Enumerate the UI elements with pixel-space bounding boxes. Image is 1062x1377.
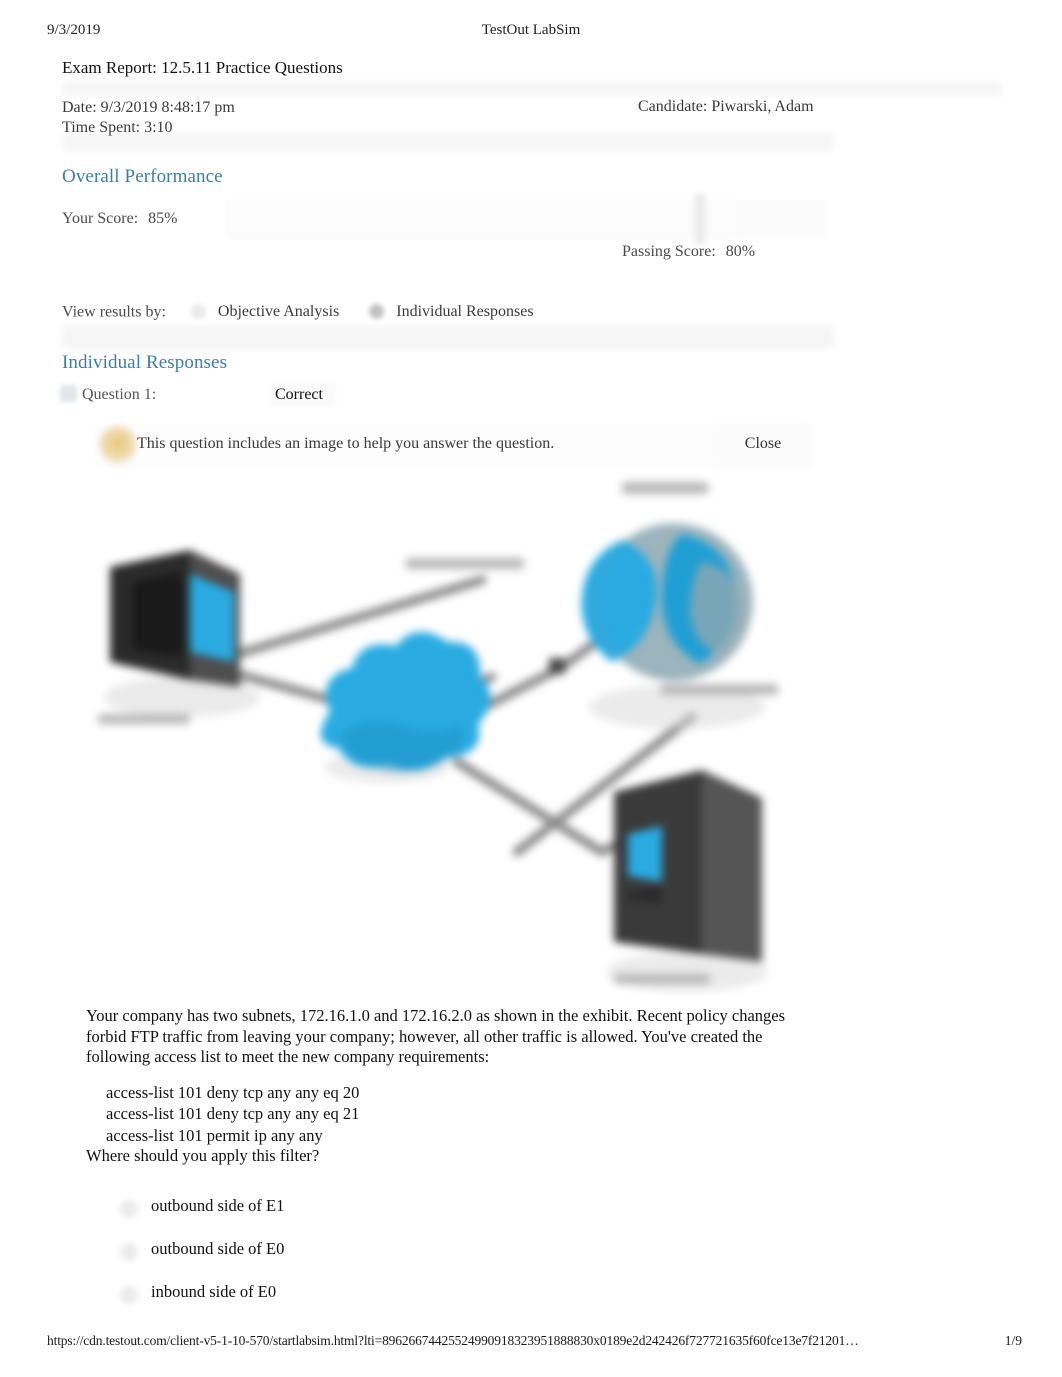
background-band bbox=[62, 82, 1002, 96]
diagram-node-internet-globe bbox=[581, 523, 765, 729]
print-header: 9/3/2019 TestOut LabSim bbox=[0, 22, 1062, 44]
answer-option-label[interactable]: inbound side of E0 bbox=[151, 1282, 276, 1302]
page-title: Exam Report: 12.5.11 Practice Questions bbox=[62, 58, 343, 77]
print-footer: https://cdn.testout.com/client-v5-1-10-5… bbox=[0, 1333, 1062, 1355]
radio-individual-responses[interactable] bbox=[369, 303, 385, 319]
view-results-by-row: View results by: Objective Analysis Indivi… bbox=[62, 303, 534, 331]
your-score-text: Your Score: bbox=[62, 210, 139, 227]
score-progress-bar bbox=[228, 194, 826, 244]
question-prompt: Where should you apply this filter? bbox=[86, 1146, 320, 1165]
overall-performance-heading: Overall Performance bbox=[62, 166, 223, 187]
access-list-block: access-list 101 deny tcp any any eq 20 a… bbox=[86, 1082, 786, 1147]
answer-option[interactable]: outbound side of E0 bbox=[120, 1235, 720, 1278]
access-list-line: access-list 101 deny tcp any any eq 20 bbox=[106, 1082, 360, 1102]
app-title: TestOut LabSim bbox=[481, 22, 581, 38]
answer-option[interactable]: outbound side of E1 bbox=[120, 1192, 720, 1235]
candidate-name: Candidate: Piwarski, Adam bbox=[638, 98, 814, 115]
answer-option[interactable]: inbound side of E0 bbox=[120, 1278, 720, 1321]
info-icon bbox=[99, 426, 137, 464]
passing-score-text: Passing Score: bbox=[622, 243, 716, 260]
network-diagram-svg bbox=[98, 482, 778, 992]
background-band bbox=[62, 340, 834, 348]
network-diagram-exhibit bbox=[62, 462, 822, 1002]
answer-radio-icon[interactable] bbox=[120, 1243, 138, 1261]
diagram-connector bbox=[549, 658, 565, 674]
answer-options: outbound side of E1 outbound side of E0 … bbox=[120, 1192, 720, 1321]
your-score-value: 85% bbox=[148, 210, 178, 227]
answer-option-label[interactable]: outbound side of E0 bbox=[151, 1239, 284, 1259]
report-time-spent: Time Spent: 3:10 bbox=[62, 119, 173, 136]
radio-label-individual-responses[interactable]: Individual Responses bbox=[396, 303, 533, 320]
your-score-label: Your Score: 85% bbox=[62, 210, 177, 228]
question-paragraph: Your company has two subnets, 172.16.1.0… bbox=[86, 1006, 786, 1066]
close-button[interactable]: Close bbox=[715, 424, 811, 466]
passing-score-label: Passing Score: 80% bbox=[622, 243, 755, 261]
passing-score-marker bbox=[694, 194, 706, 244]
status-badge: Correct bbox=[275, 386, 323, 403]
access-list-line: access-list 101 deny tcp any any eq 21 bbox=[106, 1104, 360, 1123]
diagram-node-workstation bbox=[104, 550, 260, 717]
passing-score-value: 80% bbox=[725, 243, 756, 260]
answer-option-label[interactable]: outbound side of E1 bbox=[151, 1196, 284, 1216]
radio-label-objective-analysis[interactable]: Objective Analysis bbox=[218, 303, 339, 320]
exam-report-page: 9/3/2019 TestOut LabSim Exam Report: 12.… bbox=[0, 0, 1062, 1377]
report-meta: Date: 9/3/2019 8:48:17 pm Time Spent: 3:… bbox=[62, 98, 235, 138]
view-results-label: View results by: bbox=[62, 303, 166, 321]
individual-responses-heading: Individual Responses bbox=[62, 352, 228, 373]
diagram-node-server bbox=[607, 770, 767, 992]
footer-url: https://cdn.testout.com/client-v5-1-10-5… bbox=[47, 1333, 859, 1348]
footer-page-number: 1/9 bbox=[1004, 1333, 1022, 1348]
access-list-line: access-list 101 permit ip any any bbox=[106, 1125, 323, 1145]
answer-radio-icon[interactable] bbox=[120, 1200, 138, 1218]
notice-text: This question includes an image to help … bbox=[137, 435, 555, 452]
answer-radio-icon[interactable] bbox=[120, 1286, 138, 1304]
score-bar-fill bbox=[228, 201, 736, 237]
diagram-node-router bbox=[320, 631, 491, 783]
question-status-icon bbox=[60, 385, 77, 402]
question-label: Question 1: bbox=[82, 386, 157, 403]
close-button-label: Close bbox=[744, 435, 782, 452]
question-body: Your company has two subnets, 172.16.1.0… bbox=[86, 1006, 786, 1167]
report-date: Date: 9/3/2019 8:48:17 pm bbox=[62, 99, 235, 116]
radio-objective-analysis[interactable] bbox=[190, 303, 206, 319]
